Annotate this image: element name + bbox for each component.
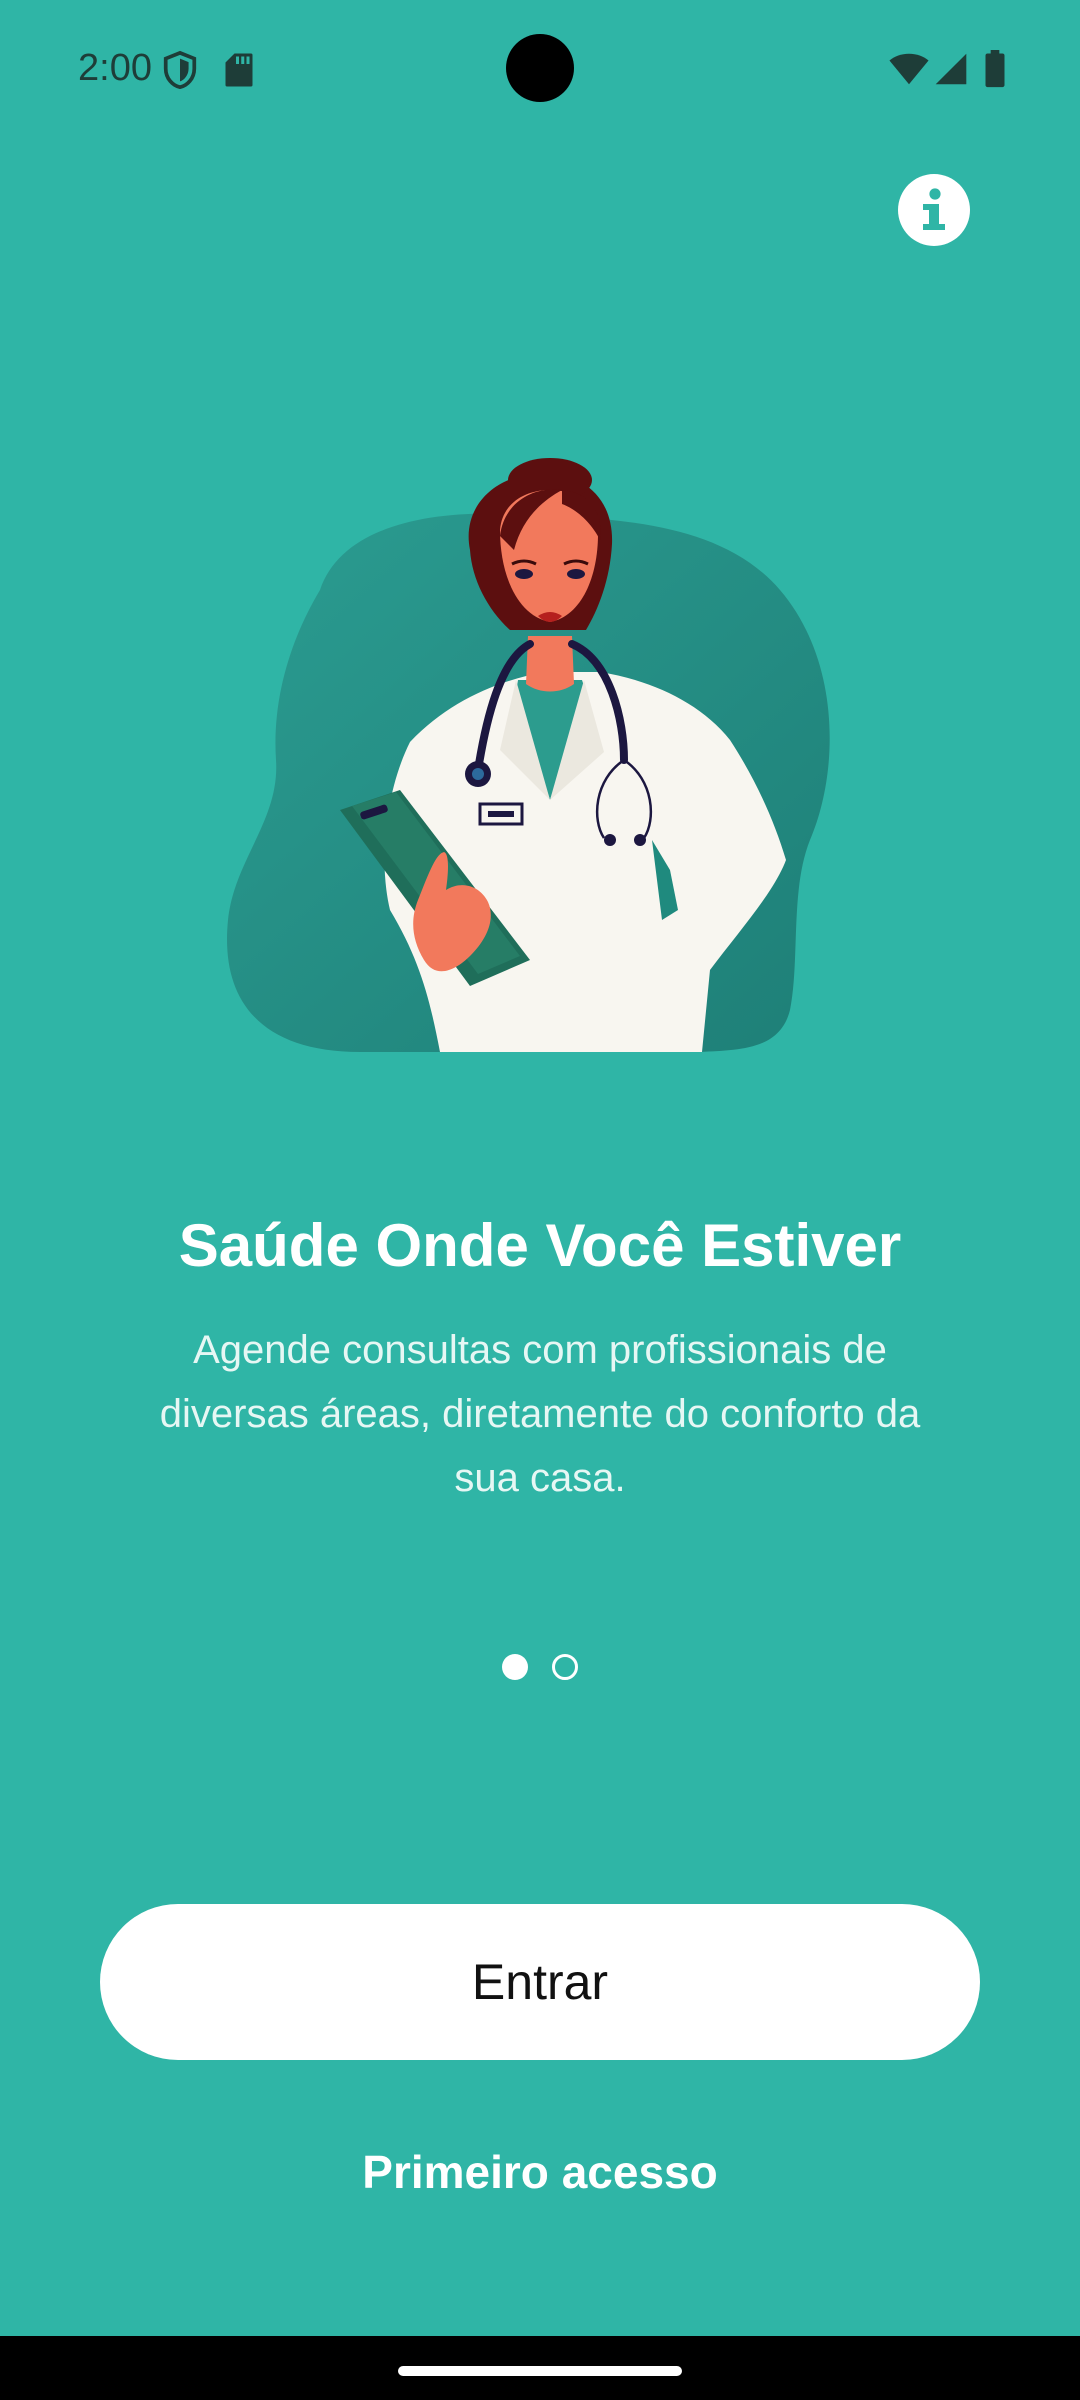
onboarding-title: Saúde Onde Você Estiver [178,1212,902,1279]
login-button[interactable]: Entrar [100,1904,980,2060]
status-bar: 2:00 [0,0,1080,136]
right-eye [567,569,585,579]
page-indicator [0,1654,1080,1684]
doctor-illustration [227,458,830,1052]
camera-cutout [506,34,574,102]
first-access-button[interactable]: Primeiro acesso [0,2140,1080,2204]
wifi-icon [889,53,929,85]
info-button[interactable] [898,174,970,246]
onboarding-description: Agende consultas com profissionais de di… [159,1328,921,1500]
left-eye [515,569,533,579]
shield-icon [163,50,197,90]
status-time: 2:00 [78,47,152,89]
page-dot-active[interactable] [502,1654,528,1680]
info-icon [923,188,945,230]
page-dot-inactive[interactable] [552,1654,578,1680]
home-gesture-handle[interactable] [398,2366,682,2376]
battery-icon [985,50,1005,88]
sd-card-icon [225,53,253,87]
signal-icon [935,53,967,85]
